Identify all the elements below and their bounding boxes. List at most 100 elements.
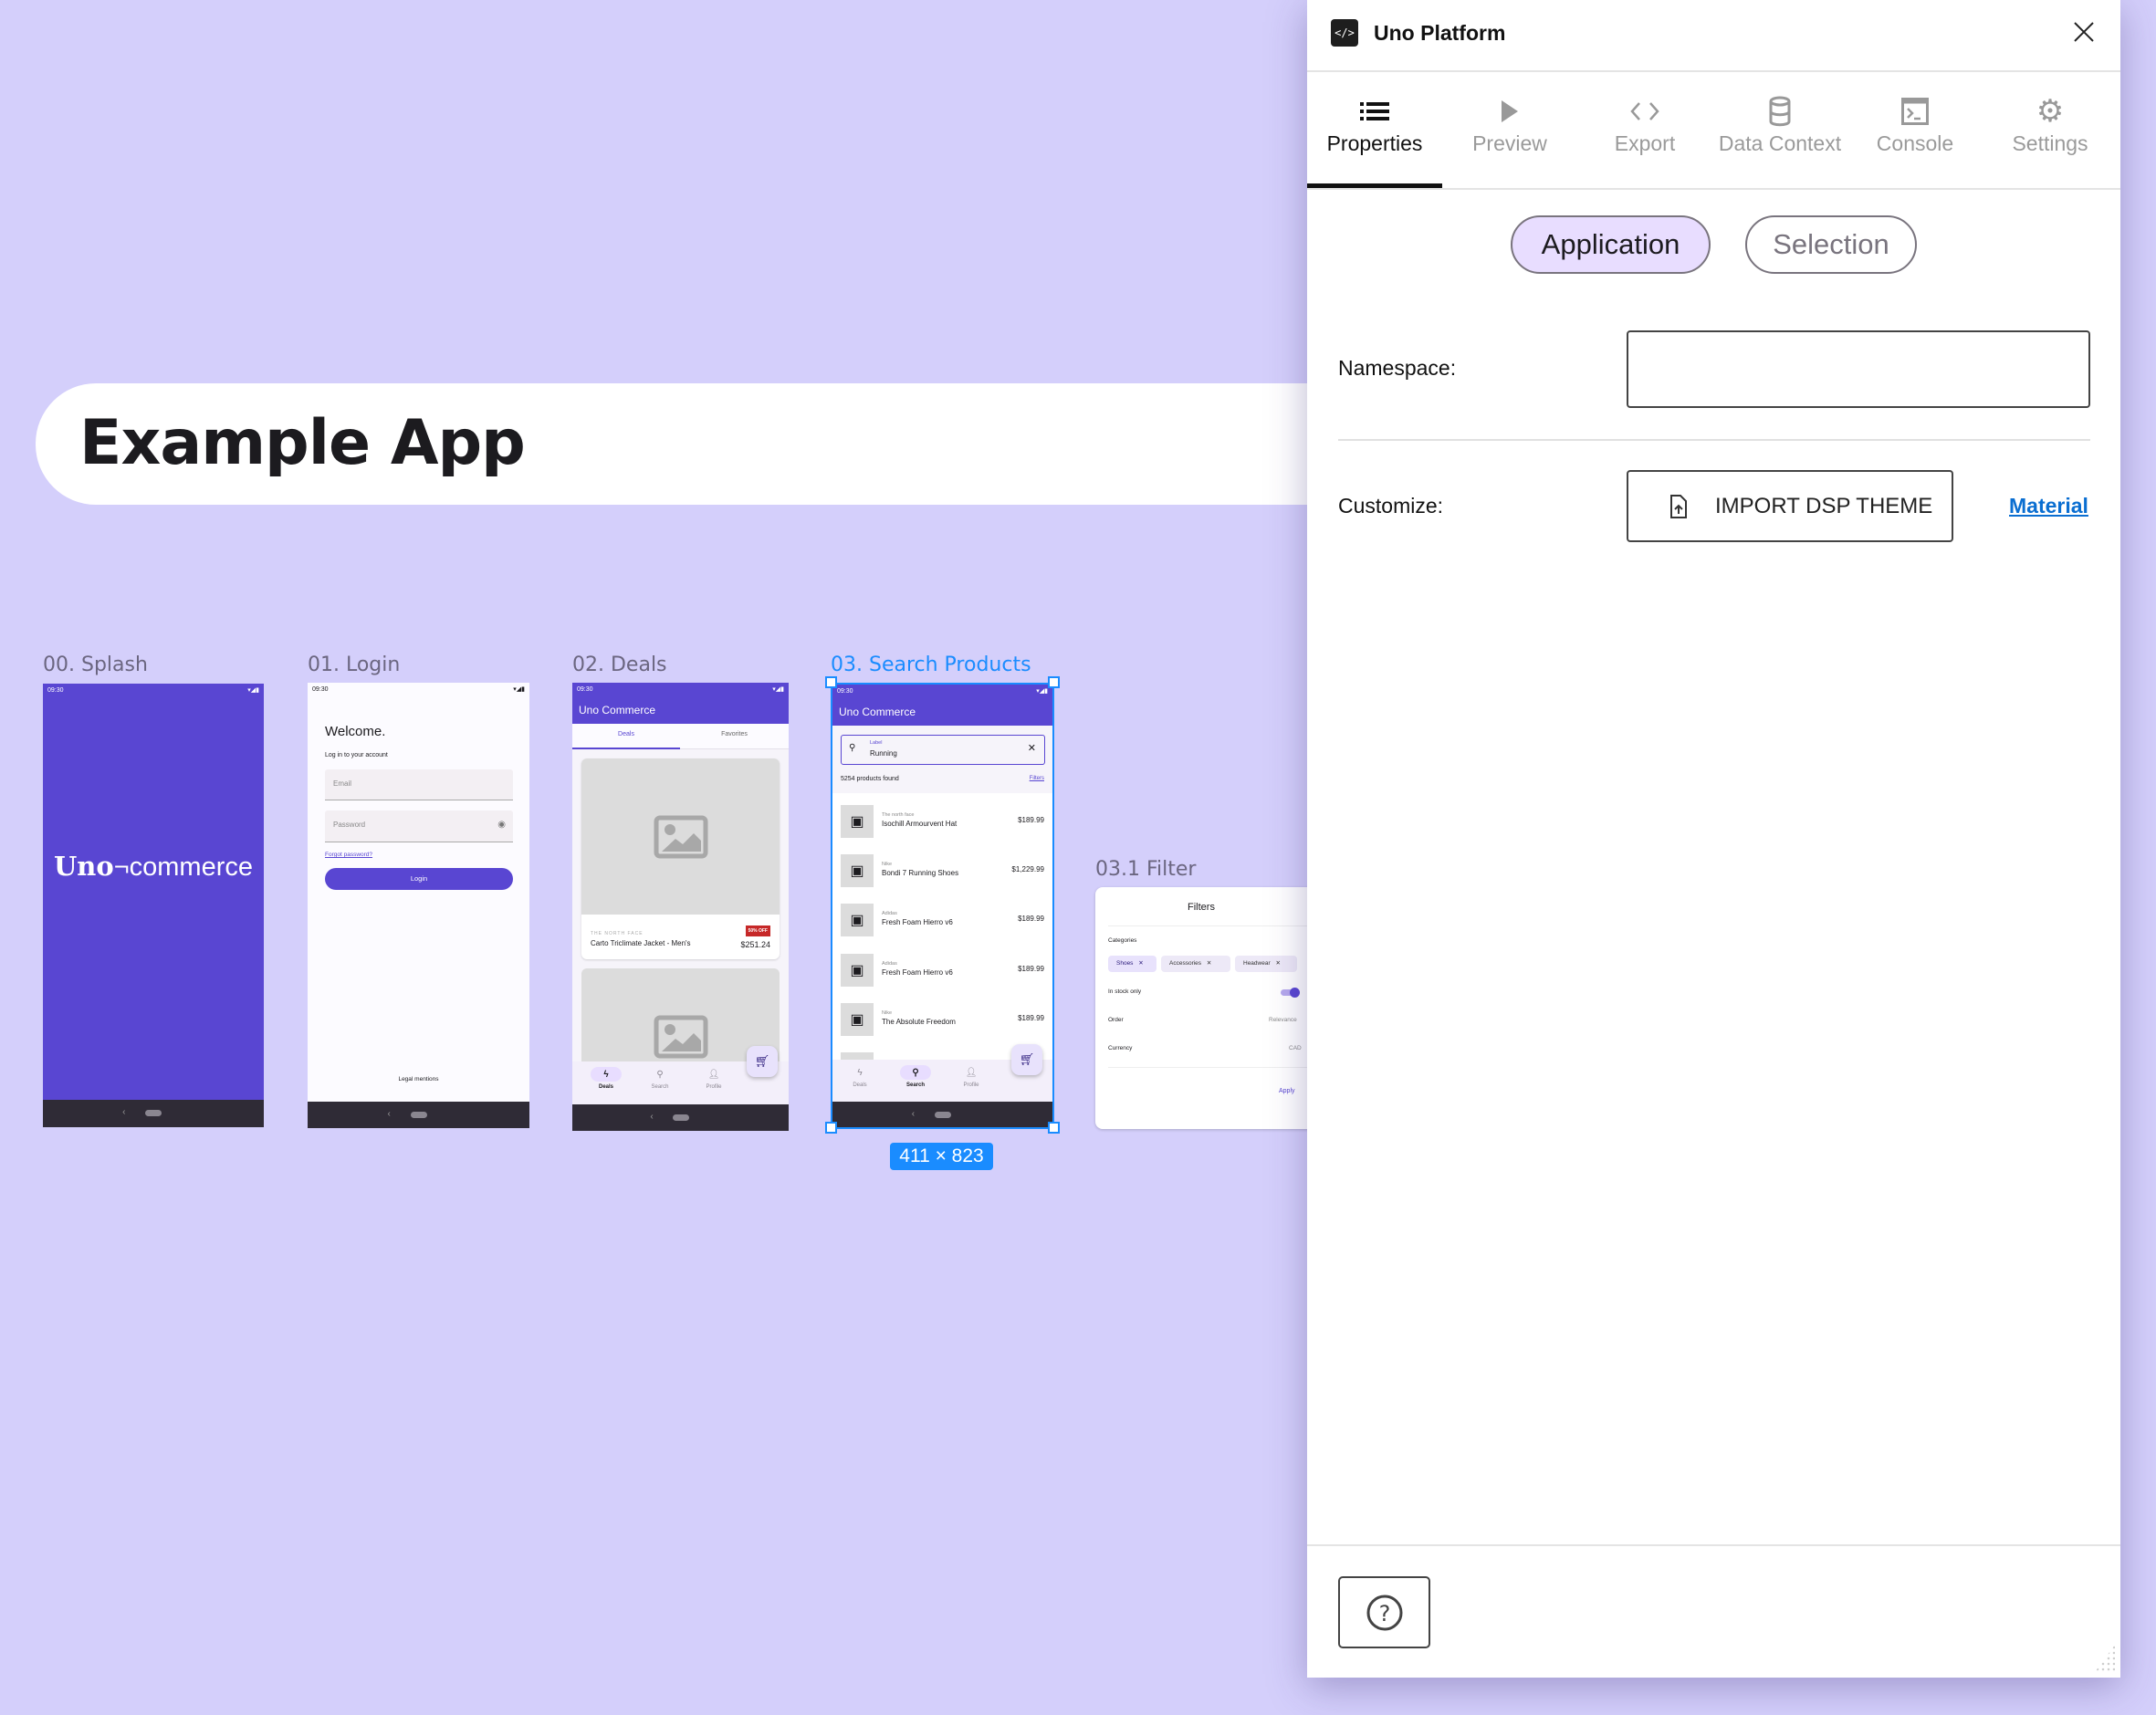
- item-name: Isochill Armourvent Hat: [882, 820, 958, 828]
- list-item[interactable]: ▣ Adidas Fresh Foam Hierro v6 $189.99: [832, 904, 1052, 936]
- home-pill-icon[interactable]: [410, 1112, 427, 1118]
- list-item[interactable]: ▣ The north face Isochill Armourvent Hat $1…: [832, 805, 1052, 838]
- tab-deals[interactable]: Deals: [572, 724, 680, 749]
- home-pill-icon[interactable]: [672, 1114, 689, 1121]
- frame-label-login[interactable]: 01. Login: [308, 654, 400, 676]
- nav-label: Search: [651, 1084, 669, 1090]
- in-stock-toggle[interactable]: [1281, 988, 1300, 998]
- filter-frame[interactable]: Filters Categories Shoes ✕ Accessories ✕…: [1095, 887, 1333, 1129]
- chip-remove-icon[interactable]: ✕: [1275, 960, 1280, 967]
- tab-data-context[interactable]: Data Context: [1712, 71, 1847, 188]
- chip-remove-icon[interactable]: ✕: [1138, 960, 1143, 967]
- frame-label-search[interactable]: 03. Search Products: [831, 654, 1031, 676]
- system-nav-bar: ‹: [308, 1102, 529, 1128]
- currency-value[interactable]: CAD: [1289, 1045, 1302, 1051]
- chip-shoes[interactable]: Shoes ✕: [1108, 956, 1156, 972]
- tab-export[interactable]: Export: [1577, 71, 1712, 188]
- back-icon[interactable]: ‹: [122, 1107, 125, 1117]
- system-nav-bar: ‹: [832, 1102, 1052, 1127]
- frame-label-deals[interactable]: 02. Deals: [572, 654, 667, 676]
- home-pill-icon[interactable]: [145, 1110, 162, 1116]
- resize-handle-top-left[interactable]: [825, 676, 837, 688]
- status-bar: 09:30 ▾◢▮: [308, 683, 529, 696]
- deals-frame[interactable]: 09:30 ▾◢▮ Uno Commerce Deals Favorites TH…: [572, 683, 789, 1131]
- password-placeholder: Password: [333, 821, 366, 829]
- nav-profile[interactable]: 👤︎ Profile: [944, 1065, 999, 1089]
- help-button[interactable]: ?: [1338, 1576, 1430, 1648]
- list-item[interactable]: ▣ Nike The Absolute Freedom $189.99: [832, 1003, 1052, 1036]
- back-icon[interactable]: ‹: [650, 1112, 653, 1122]
- tab-favorites[interactable]: Favorites: [680, 724, 789, 749]
- back-icon[interactable]: ‹: [912, 1109, 915, 1119]
- clear-icon[interactable]: ✕: [1028, 742, 1036, 754]
- frame-label-filter[interactable]: 03.1 Filter: [1095, 858, 1196, 881]
- list-item[interactable]: ▣ Nike Bondi 7 Running Shoes $1,229.99: [832, 854, 1052, 887]
- forgot-password-link[interactable]: Forgot password?: [325, 852, 372, 858]
- home-pill-icon[interactable]: [934, 1112, 951, 1118]
- nav-profile[interactable]: 👤︎ Profile: [686, 1067, 741, 1091]
- nav-label: Profile: [963, 1082, 979, 1088]
- signal-icon: ▾◢▮: [772, 686, 784, 693]
- splash-frame[interactable]: 09:30 ▾◢▮ Uno¬commerce ‹: [43, 684, 264, 1127]
- deal-card[interactable]: THE NORTH FACE Carto Triclimate Jacket -…: [581, 758, 780, 959]
- item-brand: Adidas: [882, 911, 897, 916]
- nav-search[interactable]: ⚲ Search: [888, 1065, 943, 1088]
- nav-deals[interactable]: ϟ Deals: [832, 1065, 887, 1089]
- login-subtitle: Log in to your account: [325, 752, 388, 758]
- eye-icon[interactable]: ◉: [497, 820, 506, 830]
- tab-console[interactable]: Console: [1847, 71, 1983, 188]
- namespace-input[interactable]: [1627, 330, 2090, 408]
- search-input[interactable]: ⚲ Label Running ✕: [841, 735, 1045, 765]
- uno-platform-panel: </> Uno Platform Properties Preview Expo…: [1307, 0, 2120, 1678]
- deal-brand: THE NORTH FACE: [591, 931, 644, 936]
- in-stock-label: In stock only: [1108, 988, 1142, 995]
- image-placeholder-icon: ▣: [841, 954, 874, 987]
- item-price: $189.99: [1018, 915, 1044, 923]
- item-price: $189.99: [1018, 965, 1044, 973]
- filters-link[interactable]: Filters: [1030, 776, 1044, 781]
- deal-name: Carto Triclimate Jacket - Men's: [591, 939, 691, 947]
- frame-label-splash[interactable]: 00. Splash: [43, 654, 148, 676]
- tab-preview[interactable]: Preview: [1442, 71, 1577, 188]
- chip-accessories[interactable]: Accessories ✕: [1161, 956, 1230, 972]
- material-link[interactable]: Material: [2009, 494, 2088, 518]
- close-icon[interactable]: [2070, 18, 2098, 46]
- resize-handle-bottom-right[interactable]: [1048, 1122, 1060, 1134]
- cart-fab[interactable]: 🛒︎: [747, 1046, 778, 1077]
- order-value[interactable]: Relevance: [1269, 1017, 1297, 1023]
- back-icon[interactable]: ‹: [387, 1109, 390, 1119]
- item-brand: Nike: [882, 1010, 893, 1016]
- apply-button[interactable]: Apply: [1279, 1088, 1295, 1094]
- scope-selection-button[interactable]: Selection: [1745, 215, 1917, 274]
- person-icon: 👤︎: [707, 1069, 720, 1080]
- search-icon: ⚲: [656, 1069, 664, 1080]
- nav-search[interactable]: ⚲ Search: [633, 1067, 687, 1091]
- resize-handle-bottom-left[interactable]: [825, 1122, 837, 1134]
- namespace-label: Namespace:: [1338, 356, 1457, 380]
- cart-fab[interactable]: 🛒︎: [1011, 1044, 1042, 1075]
- chip-remove-icon[interactable]: ✕: [1207, 960, 1211, 967]
- password-field[interactable]: Password ◉: [325, 810, 513, 842]
- list-item[interactable]: ▣ Adidas Fresh Foam Hierro v6 $189.99: [832, 954, 1052, 987]
- chip-label: Headwear: [1243, 960, 1271, 967]
- tab-settings[interactable]: ⚙ Settings: [1983, 71, 2118, 188]
- email-field[interactable]: Email: [325, 769, 513, 800]
- nav-deals[interactable]: ϟ Deals: [579, 1067, 633, 1090]
- import-dsp-theme-button[interactable]: IMPORT DSP THEME: [1627, 470, 1953, 542]
- legal-mentions-link[interactable]: Legal mentions: [308, 1076, 529, 1082]
- page-title: Example App: [79, 407, 526, 479]
- resize-handle-top-right[interactable]: [1048, 676, 1060, 688]
- login-frame[interactable]: 09:30 ▾◢▮ Welcome. Log in to your account…: [308, 683, 529, 1128]
- scope-application-button[interactable]: Application: [1511, 215, 1711, 274]
- tab-label: Settings: [2012, 131, 2088, 155]
- selection-size-badge: 411 × 823: [890, 1143, 993, 1170]
- logo-bold: Uno: [53, 851, 114, 882]
- nav-label: Profile: [706, 1084, 722, 1090]
- status-bar: 09:30 ▾◢▮: [43, 684, 264, 697]
- chip-headwear[interactable]: Headwear ✕: [1235, 956, 1297, 972]
- login-button[interactable]: Login: [325, 868, 513, 890]
- search-frame[interactable]: 09:30 ▾◢▮ Uno Commerce ⚲ Label Running ✕ …: [831, 683, 1054, 1129]
- resize-grip-icon[interactable]: [2095, 1645, 2115, 1672]
- tab-properties[interactable]: Properties: [1307, 71, 1442, 188]
- bolt-icon: ϟ: [857, 1067, 863, 1078]
